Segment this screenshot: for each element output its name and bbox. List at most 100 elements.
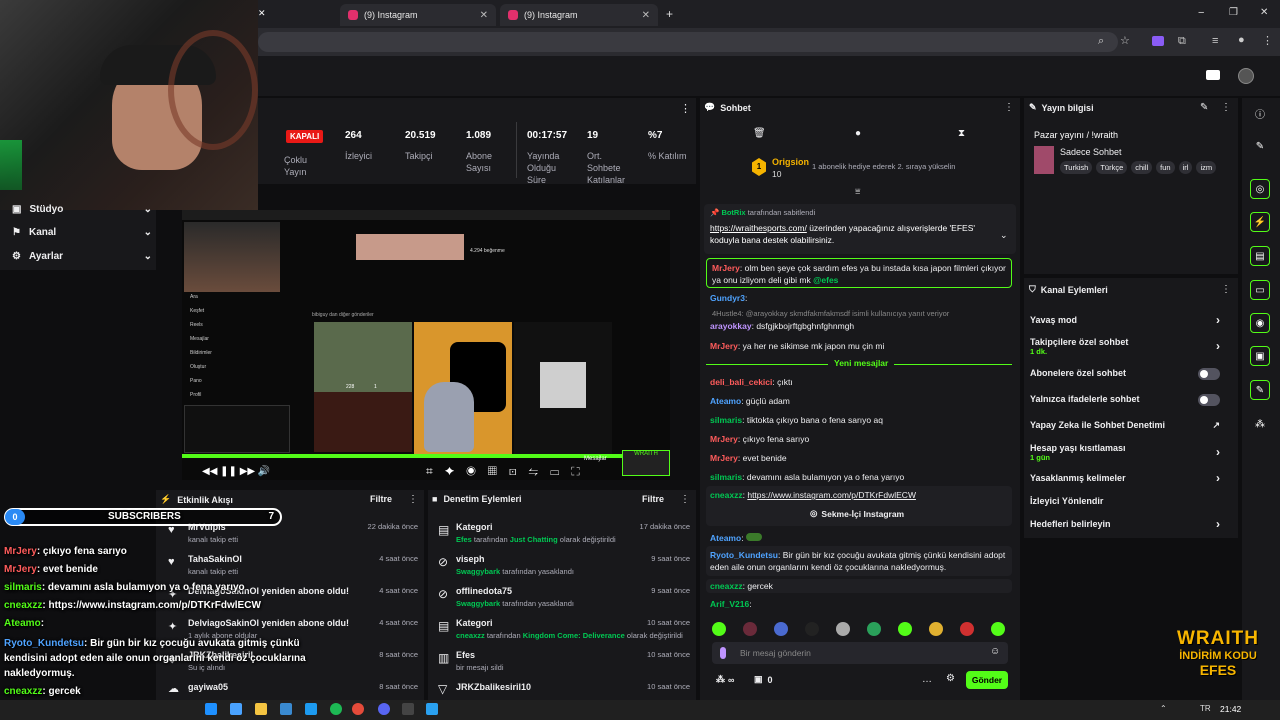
folder-icon[interactable] [255, 703, 267, 715]
taskbar-app-icon[interactable] [205, 703, 217, 715]
action-slow-mode[interactable]: Yavaş mod › [1030, 313, 1230, 327]
extension-icon[interactable] [1152, 36, 1164, 46]
spotify-icon[interactable] [330, 703, 342, 715]
chat-message-highlighted[interactable]: MrJery: olm ben şeye çok sardım efes ya … [706, 258, 1012, 288]
tv-icon[interactable]: ▣ [1250, 346, 1270, 366]
emote-icon[interactable] [929, 622, 943, 636]
gift-count[interactable]: ▣ 0 [754, 674, 773, 685]
action-subs-only[interactable]: Abonelere özel sohbet [1030, 368, 1230, 380]
mod-item[interactable]: ▥ Efes bir mesajı sildi 10 saat önce [432, 648, 694, 680]
scroll-indicator-icon[interactable]: ⩸ [855, 186, 860, 197]
puzzle-icon[interactable]: ⧉ [1178, 35, 1186, 48]
stream-preview[interactable]: 4.294 beğenme bibiguy dan diğer gönderil… [182, 210, 670, 480]
filter-button[interactable]: Filtre [370, 494, 392, 504]
broadcast-icon[interactable]: ◉ [1250, 313, 1270, 333]
wrench-icon[interactable]: ✎ [1250, 380, 1270, 400]
tray-chevron-icon[interactable]: ⌃ [1160, 704, 1167, 713]
language-indicator[interactable]: TR [1200, 704, 1211, 713]
edit-icon[interactable]: ✎ [1250, 136, 1270, 156]
action-followers-only[interactable]: Takipçilere özel sohbet 1 dk. › [1030, 337, 1230, 356]
share-icon[interactable]: ⁂ [1250, 414, 1270, 434]
emoji-icon[interactable]: ☺ [990, 646, 1000, 657]
more-icon[interactable]: ⋮ [1221, 284, 1231, 295]
send-button[interactable]: Gönder [966, 671, 1008, 689]
preview-toolbar[interactable]: ⌗✦◉▦⊡⇋▭⛶ [426, 464, 592, 479]
discord-icon[interactable] [378, 703, 390, 715]
more-icon[interactable]: ⋮ [680, 494, 690, 505]
category-thumbnail[interactable] [1034, 146, 1054, 174]
tab-close-icon[interactable]: ✕ [258, 8, 266, 19]
menu-lines-icon[interactable]: ≡ [1212, 35, 1218, 47]
action-raid[interactable]: İzleyici Yönlendir [1030, 496, 1230, 506]
minimize-icon[interactable]: − [1198, 7, 1204, 19]
nav-item-studio[interactable]: ▣ Stüdyo ⌄ [12, 204, 152, 215]
clock[interactable]: 21:42 [1220, 704, 1241, 714]
chat-message[interactable]: silmaris: devamını asla bulamıyon ya o f… [710, 471, 904, 483]
notification-icon[interactable] [1206, 70, 1220, 80]
toggle-switch[interactable] [1198, 368, 1220, 380]
nav-item-settings[interactable]: ⚙ Ayarlar ⌄ [12, 251, 152, 262]
tag[interactable]: chill [1131, 161, 1153, 174]
action-goals[interactable]: Hedefleri belirleyin › [1030, 517, 1230, 531]
new-tab-icon[interactable]: + [666, 7, 673, 21]
message-icon[interactable]: ● [855, 128, 861, 139]
obs-icon[interactable]: ◎ [1250, 179, 1270, 199]
top-gifter-name[interactable]: Origsion [772, 157, 809, 167]
chat-message[interactable]: deli_bali_cekici: çıktı [710, 376, 793, 388]
chat-message[interactable]: MrJery: çıkıyo fena sarıyo [710, 433, 809, 445]
maximize-icon[interactable]: ❐ [1229, 7, 1238, 18]
toggle-switch[interactable] [1198, 394, 1220, 406]
avatar[interactable] [1238, 68, 1254, 84]
edit-icon[interactable]: ✎ [1200, 102, 1208, 113]
action-banned-words[interactable]: Yasaklanmış kelimeler › [1030, 471, 1230, 485]
chat-message[interactable]: Gundyr3: [710, 292, 747, 304]
tab-close-icon[interactable]: ✕ [480, 10, 488, 21]
chat-message[interactable]: Ryoto_Kundetsu: Bir gün bir kız çocuğu a… [706, 546, 1012, 576]
mod-item[interactable]: ⊘ offlinedota75 Swaggybark tarafından ya… [432, 584, 694, 616]
close-window-icon[interactable]: ✕ [1260, 7, 1268, 18]
stream-category[interactable]: Sadece Sohbet [1060, 147, 1122, 157]
action-ai-moderation[interactable]: Yapay Zeka ile Sohbet Denetimi ↗ [1030, 420, 1230, 430]
chat-message[interactable]: cneaxzz: gercek [706, 579, 1012, 593]
tag[interactable]: izm [1196, 161, 1217, 174]
chat-icon[interactable]: ▭ [1250, 280, 1270, 300]
tab-close-icon[interactable]: ✕ [642, 10, 650, 21]
hourglass-icon[interactable]: ⧗ [958, 128, 965, 139]
mic-icon[interactable] [720, 647, 726, 659]
trash-icon[interactable]: 🗑 [753, 128, 766, 139]
tag[interactable]: Türkçe [1096, 161, 1128, 174]
play-controls[interactable]: ◀◀ ❚❚ ▶▶ 🔊 [202, 466, 270, 477]
mod-item[interactable]: ▽ JRKZbalikesiril10 10 saat önce [432, 680, 694, 700]
action-emote-only[interactable]: Yalnızca ifadelerle sohbet [1030, 394, 1230, 406]
lightning-icon[interactable]: ⚡ [1250, 212, 1270, 232]
inline-instagram-button[interactable]: ◎ Sekme-İçi Instagram [810, 508, 904, 519]
chat-message[interactable]: Ateamo: güçlü adam [710, 395, 790, 407]
chat-message[interactable]: silmaris: tiktokta çıkıyo bana o fena sa… [710, 414, 883, 426]
mod-item[interactable]: ▤ Kategori cneaxzz tarafından Kingdom Co… [432, 616, 694, 648]
taskbar-app-icon[interactable] [280, 703, 292, 715]
emote-icon[interactable] [743, 622, 757, 636]
chat-input[interactable]: Bir mesaj gönderin ☺ [712, 642, 1008, 664]
emote-icon[interactable] [712, 622, 726, 636]
document-icon[interactable]: ▤ [1250, 246, 1270, 266]
chat-message[interactable]: Ateamo: [710, 532, 762, 544]
chat-bubble-icon[interactable]: … [922, 674, 932, 685]
chat-message[interactable]: Arif_V216: [710, 598, 752, 610]
tag[interactable]: fun [1156, 161, 1175, 174]
emote-icon[interactable] [836, 622, 850, 636]
more-icon[interactable]: ⋮ [1262, 34, 1273, 47]
tag[interactable]: Turkish [1060, 161, 1093, 174]
more-icon[interactable]: ⋮ [1221, 102, 1231, 113]
zoom-icon[interactable]: ⌕ [1098, 35, 1104, 48]
chat-message[interactable]: cneaxzz: https://www.instagram.com/p/DTK… [710, 489, 916, 501]
emote-icon[interactable] [774, 622, 788, 636]
emote-icon[interactable] [898, 622, 912, 636]
info-icon[interactable]: ⓘ [1250, 103, 1270, 123]
emote-icon[interactable] [805, 622, 819, 636]
filter-button[interactable]: Filtre [642, 494, 664, 504]
taskbar-app-icon[interactable] [402, 703, 414, 715]
chat-message[interactable]: MrJery: evet benide [710, 452, 787, 464]
channel-points[interactable]: ⁂ ∞ [716, 674, 734, 685]
chrome-icon[interactable] [352, 703, 364, 715]
profile-icon[interactable]: ● [1238, 34, 1245, 46]
